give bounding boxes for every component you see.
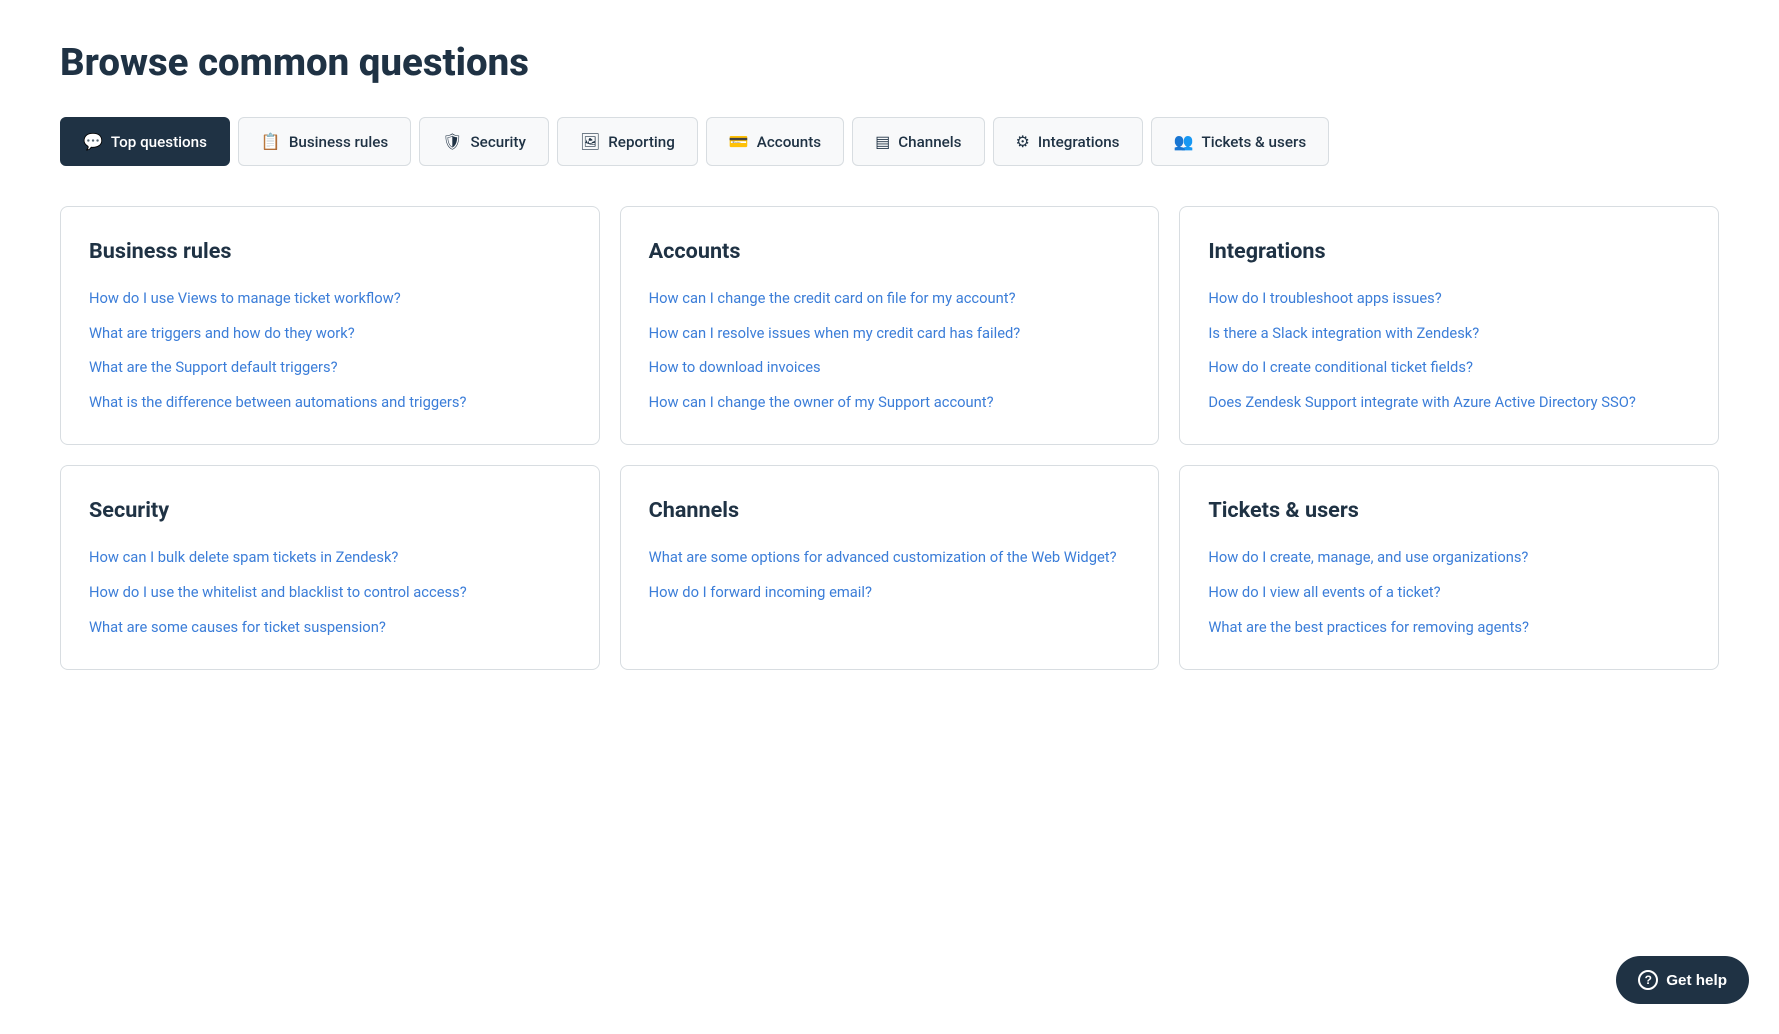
card-link-integrations-1[interactable]: Is there a Slack integration with Zendes… — [1208, 323, 1690, 344]
tab-icon-business-rules: 📋 — [261, 132, 281, 151]
card-links-channels: What are some options for advanced custo… — [649, 547, 1131, 602]
card-title-channels: Channels — [649, 498, 1131, 523]
card-link-integrations-3[interactable]: Does Zendesk Support integrate with Azur… — [1208, 392, 1690, 413]
tab-icon-reporting: 🖼 — [580, 132, 600, 151]
card-link-accounts-3[interactable]: How can I change the owner of my Support… — [649, 392, 1131, 413]
tab-icon-top-questions: 💬 — [83, 132, 103, 151]
card-security: Security How can I bulk delete spam ticke… — [60, 465, 600, 670]
tab-channels[interactable]: ▤ Channels — [852, 117, 984, 166]
card-link-accounts-0[interactable]: How can I change the credit card on file… — [649, 288, 1131, 309]
card-integrations: Integrations How do I troubleshoot apps i… — [1179, 206, 1719, 445]
tab-integrations[interactable]: ⚙ Integrations — [993, 117, 1143, 166]
card-title-business-rules: Business rules — [89, 239, 571, 264]
tab-reporting[interactable]: 🖼 Reporting — [557, 117, 698, 166]
tab-accounts[interactable]: 💳 Accounts — [706, 117, 844, 166]
card-links-security: How can I bulk delete spam tickets in Ze… — [89, 547, 571, 637]
get-help-button[interactable]: ? Get help — [1616, 956, 1749, 1004]
card-title-integrations: Integrations — [1208, 239, 1690, 264]
tab-icon-security: 🛡 — [442, 132, 462, 151]
tab-label-business-rules: Business rules — [289, 133, 388, 151]
card-links-tickets-users: How do I create, manage, and use organiz… — [1208, 547, 1690, 637]
card-tickets-users: Tickets & users How do I create, manage, … — [1179, 465, 1719, 670]
card-link-accounts-2[interactable]: How to download invoices — [649, 357, 1131, 378]
tab-label-top-questions: Top questions — [111, 133, 207, 151]
help-circle-icon: ? — [1638, 970, 1658, 990]
card-link-security-0[interactable]: How can I bulk delete spam tickets in Ze… — [89, 547, 571, 568]
page-title: Browse common questions — [60, 40, 1719, 85]
tab-business-rules[interactable]: 📋 Business rules — [238, 117, 411, 166]
get-help-label: Get help — [1666, 972, 1727, 989]
card-title-tickets-users: Tickets & users — [1208, 498, 1690, 523]
tab-security[interactable]: 🛡 Security — [419, 117, 549, 166]
card-accounts: Accounts How can I change the credit card… — [620, 206, 1160, 445]
card-link-security-1[interactable]: How do I use the whitelist and blacklist… — [89, 582, 571, 603]
cards-grid: Business rules How do I use Views to mana… — [60, 206, 1719, 670]
tab-label-channels: Channels — [898, 133, 961, 151]
card-link-security-2[interactable]: What are some causes for ticket suspensi… — [89, 617, 571, 638]
card-links-business-rules: How do I use Views to manage ticket work… — [89, 288, 571, 412]
tab-label-tickets-users: Tickets & users — [1201, 133, 1306, 151]
tab-icon-accounts: 💳 — [729, 132, 749, 151]
card-link-tickets-users-0[interactable]: How do I create, manage, and use organiz… — [1208, 547, 1690, 568]
tab-label-reporting: Reporting — [608, 133, 675, 151]
tab-top-questions[interactable]: 💬 Top questions — [60, 117, 230, 166]
tab-label-integrations: Integrations — [1038, 133, 1120, 151]
card-link-channels-1[interactable]: How do I forward incoming email? — [649, 582, 1131, 603]
tab-icon-integrations: ⚙ — [1016, 132, 1030, 151]
card-link-business-rules-1[interactable]: What are triggers and how do they work? — [89, 323, 571, 344]
card-link-business-rules-0[interactable]: How do I use Views to manage ticket work… — [89, 288, 571, 309]
card-link-business-rules-2[interactable]: What are the Support default triggers? — [89, 357, 571, 378]
tab-icon-tickets-users: 👥 — [1174, 132, 1194, 151]
tab-label-accounts: Accounts — [757, 133, 821, 151]
tab-bar: 💬 Top questions 📋 Business rules 🛡 Security 🖼 R… — [60, 117, 1719, 166]
card-link-tickets-users-1[interactable]: How do I view all events of a ticket? — [1208, 582, 1690, 603]
card-link-accounts-1[interactable]: How can I resolve issues when my credit … — [649, 323, 1131, 344]
tab-icon-channels: ▤ — [875, 132, 890, 151]
card-link-channels-0[interactable]: What are some options for advanced custo… — [649, 547, 1131, 568]
card-title-accounts: Accounts — [649, 239, 1131, 264]
card-title-security: Security — [89, 498, 571, 523]
tab-tickets-users[interactable]: 👥 Tickets & users — [1151, 117, 1330, 166]
card-link-integrations-2[interactable]: How do I create conditional ticket field… — [1208, 357, 1690, 378]
card-link-integrations-0[interactable]: How do I troubleshoot apps issues? — [1208, 288, 1690, 309]
card-links-accounts: How can I change the credit card on file… — [649, 288, 1131, 412]
card-business-rules: Business rules How do I use Views to mana… — [60, 206, 600, 445]
tab-label-security: Security — [470, 133, 525, 151]
card-link-tickets-users-2[interactable]: What are the best practices for removing… — [1208, 617, 1690, 638]
card-link-business-rules-3[interactable]: What is the difference between automatio… — [89, 392, 571, 413]
card-links-integrations: How do I troubleshoot apps issues? Is the… — [1208, 288, 1690, 412]
card-channels: Channels What are some options for advanc… — [620, 465, 1160, 670]
